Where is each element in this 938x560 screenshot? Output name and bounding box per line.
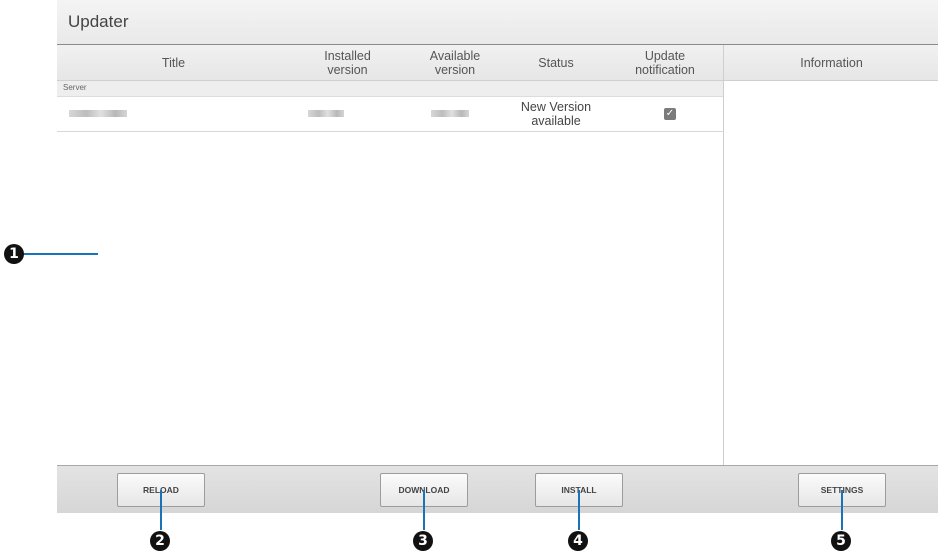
callout-line-1 <box>20 253 98 255</box>
footer-bar: RELOAD DOWNLOAD INSTALL SETTINGS <box>57 465 938 513</box>
group-row-server: Server <box>57 81 723 97</box>
column-header-status[interactable]: Status <box>505 45 607 80</box>
group-label: Server <box>63 83 87 92</box>
update-notification-checkbox[interactable]: ✓ <box>664 108 676 120</box>
status-text: New Version available <box>520 100 592 128</box>
callout-line-4 <box>578 490 580 530</box>
installed-version-obscured <box>308 110 344 117</box>
window-title: Updater <box>68 12 129 31</box>
column-header-title[interactable]: Title <box>57 45 290 80</box>
available-version-obscured <box>431 110 469 117</box>
callout-badge-4: 4 <box>568 531 588 551</box>
updater-window: Updater Title Installed version Availabl… <box>57 0 938 513</box>
information-panel: Information <box>723 45 938 465</box>
callout-badge-1: 1 <box>4 244 24 264</box>
callout-line-3 <box>423 490 425 530</box>
callout-badge-3: 3 <box>413 531 433 551</box>
callout-badge-5: 5 <box>831 531 851 551</box>
callout-line-2 <box>160 490 162 530</box>
title-value-obscured <box>69 110 127 117</box>
title-bar: Updater <box>57 0 938 45</box>
callout-line-5 <box>841 490 843 530</box>
information-header: Information <box>724 45 938 81</box>
column-header-update-notification[interactable]: Update notification <box>607 45 723 80</box>
callout-badge-2: 2 <box>150 531 170 551</box>
table-row[interactable]: New Version available ✓ <box>57 97 723 132</box>
column-header-installed-version[interactable]: Installed version <box>290 45 405 80</box>
column-header-available-version[interactable]: Available version <box>405 45 505 80</box>
table-header: Title Installed version Available versio… <box>57 45 723 81</box>
